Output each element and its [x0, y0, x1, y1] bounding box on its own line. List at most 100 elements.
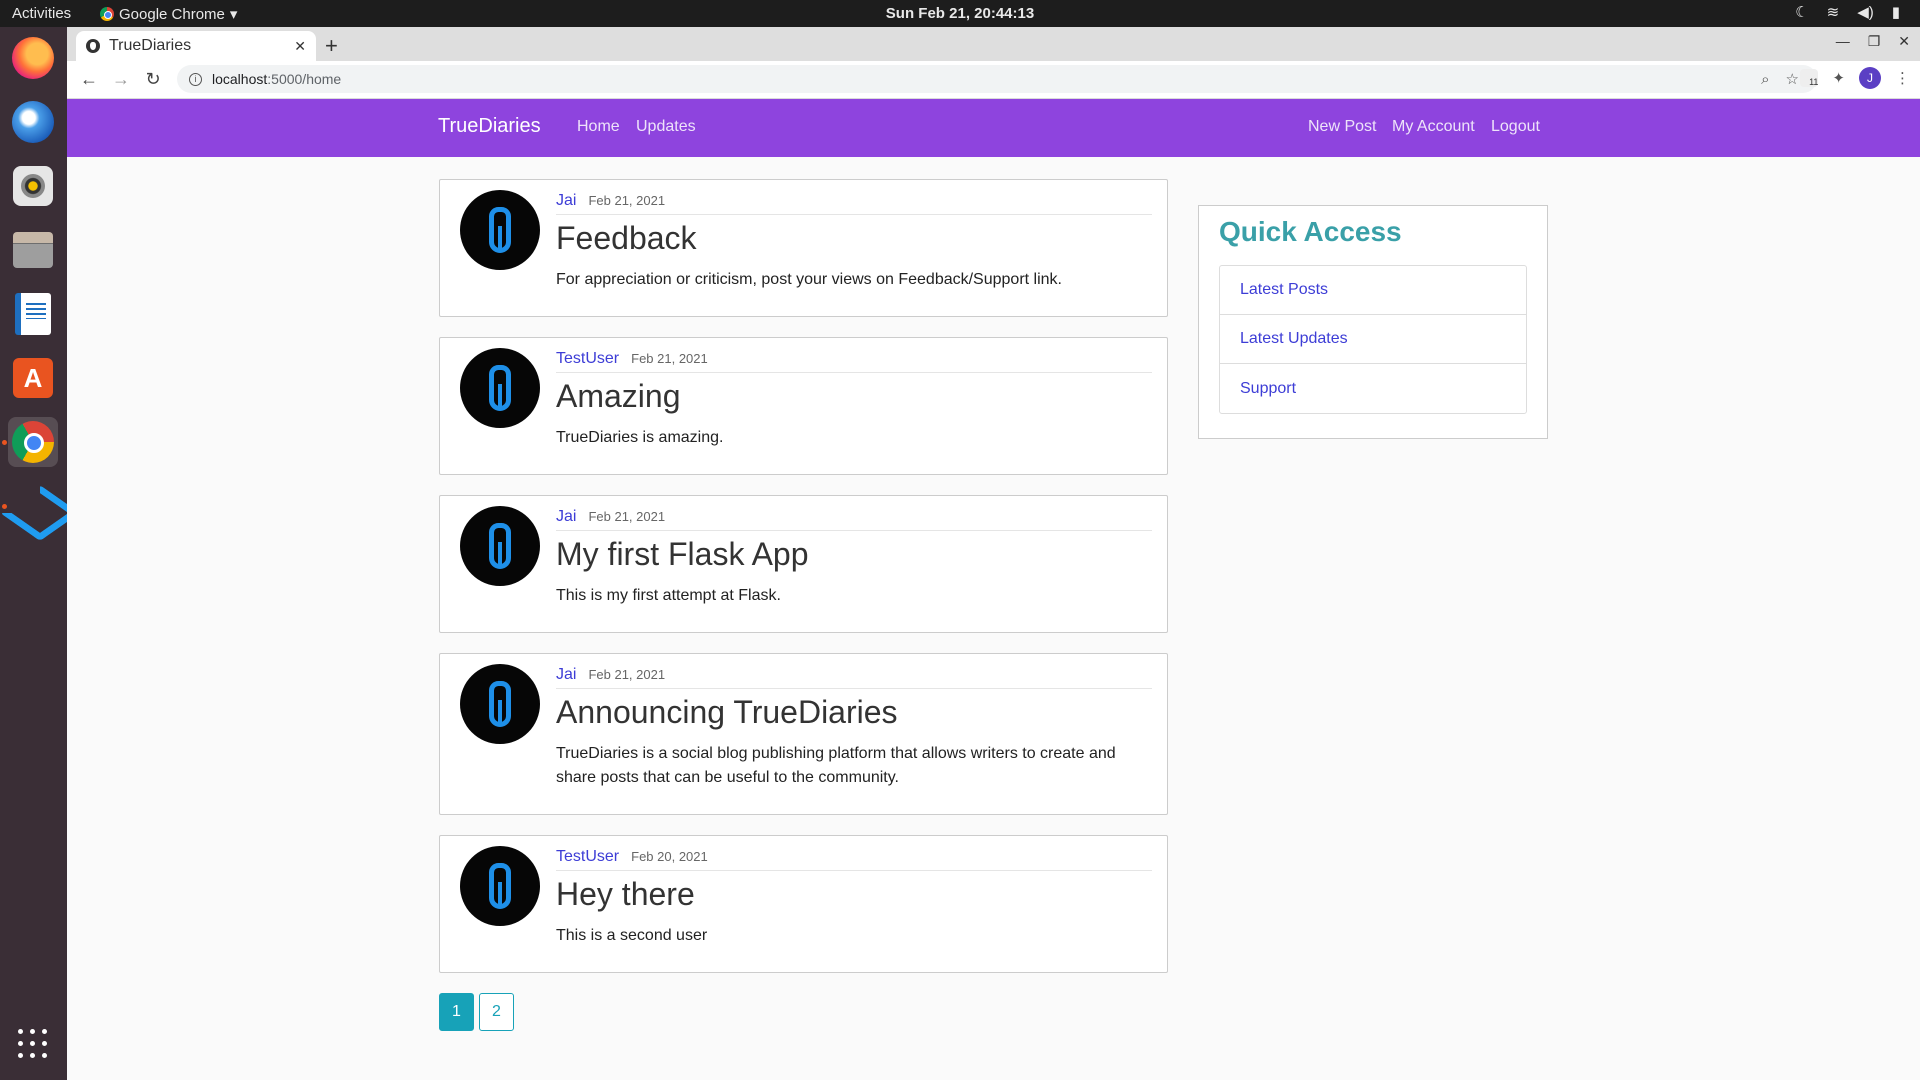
dock-chrome[interactable] — [8, 417, 58, 467]
page-viewport: TrueDiaries Home Updates New Post My Acc… — [67, 99, 1920, 1080]
tab-title: TrueDiaries — [109, 37, 192, 54]
quick-link-latest-posts[interactable]: Latest Posts — [1220, 266, 1526, 315]
chrome-icon — [12, 421, 54, 463]
wifi-icon[interactable]: ≋ — [1827, 3, 1840, 21]
system-tray[interactable]: ☾ ≋ ◀) ▮ — [1795, 3, 1900, 21]
avatar-glyph-icon — [489, 681, 511, 727]
address-bar[interactable]: i localhost :5000/home ⌕ ☆ — [177, 65, 1817, 93]
activities-button[interactable]: Activities — [12, 5, 71, 22]
page-2-button[interactable]: 2 — [479, 993, 514, 1031]
post-content: This is my first attempt at Flask. — [556, 587, 781, 604]
author-avatar — [460, 348, 540, 428]
chrome-app-icon — [100, 7, 114, 21]
post-title[interactable]: My first Flask App — [556, 536, 809, 573]
bookmark-star-icon[interactable]: ☆ — [1786, 70, 1799, 88]
post-title[interactable]: Announcing TrueDiaries — [556, 694, 898, 731]
post-date: Feb 20, 2021 — [631, 849, 708, 864]
new-tab-button[interactable]: + — [325, 33, 338, 59]
dock-thunderbird[interactable] — [8, 97, 58, 147]
post-title[interactable]: Feedback — [556, 220, 697, 257]
nav-my-account[interactable]: My Account — [1392, 118, 1475, 136]
avatar-glyph-icon — [489, 523, 511, 569]
dock-files[interactable] — [8, 225, 58, 275]
dock-writer[interactable] — [8, 289, 58, 339]
post-author-link[interactable]: Jai — [556, 508, 576, 526]
close-window-icon[interactable]: ✕ — [1898, 33, 1910, 50]
post-title[interactable]: Hey there — [556, 876, 695, 913]
quick-link-latest-updates[interactable]: Latest Updates — [1220, 315, 1526, 364]
quick-access-list: Latest Posts Latest Updates Support — [1219, 265, 1527, 414]
reload-icon[interactable]: ↻ — [141, 67, 165, 91]
zoom-icon[interactable]: ⌕ — [1761, 71, 1769, 88]
quick-access-title: Quick Access — [1219, 216, 1402, 247]
dock-firefox[interactable] — [8, 33, 58, 83]
nav-updates[interactable]: Updates — [636, 118, 696, 136]
extensions-area: 11 ✦ J ⋮ — [1800, 67, 1910, 89]
software-store-icon: A — [13, 358, 53, 398]
minimize-icon[interactable]: — — [1836, 33, 1850, 50]
tab-strip: TrueDiaries ✕ + — ❐ ✕ — [67, 27, 1920, 61]
post-author-link[interactable]: TestUser — [556, 848, 619, 866]
menu-kebab-icon[interactable]: ⋮ — [1895, 69, 1910, 87]
quick-access-panel: Quick Access Latest Posts Latest Updates… — [1198, 205, 1548, 439]
post-card: TestUser Feb 20, 2021 Hey there This is … — [439, 835, 1168, 973]
post-date: Feb 21, 2021 — [588, 509, 666, 524]
post-content: For appreciation or criticism, post your… — [556, 271, 1062, 288]
nav-logout[interactable]: Logout — [1491, 118, 1540, 136]
post-author-link[interactable]: Jai — [556, 666, 576, 684]
running-indicator — [2, 504, 7, 509]
url-host: localhost — [212, 71, 268, 87]
moon-icon[interactable]: ☾ — [1795, 3, 1808, 21]
post-author-link[interactable]: Jai — [556, 192, 576, 210]
brand-link[interactable]: TrueDiaries — [438, 115, 541, 138]
apps-grid-icon — [18, 1029, 48, 1059]
post-content: TrueDiaries is a social blog publishing … — [556, 745, 1116, 786]
volume-icon[interactable]: ◀) — [1857, 3, 1874, 21]
post-meta: Jai Feb 21, 2021 — [556, 192, 1152, 215]
post-content: TrueDiaries is amazing. — [556, 429, 724, 446]
favicon-icon — [86, 39, 100, 53]
back-icon[interactable]: ← — [77, 67, 101, 91]
post-date: Feb 21, 2021 — [588, 667, 666, 682]
rhythmbox-icon — [13, 166, 53, 206]
nav-home[interactable]: Home — [577, 118, 620, 136]
window-controls: — ❐ ✕ — [1836, 33, 1910, 50]
restore-icon[interactable]: ❐ — [1868, 33, 1881, 50]
running-indicator — [2, 440, 7, 445]
pagination: 1 2 — [439, 993, 514, 1031]
post-meta: Jai Feb 21, 2021 — [556, 508, 1152, 531]
post-author-link[interactable]: TestUser — [556, 350, 619, 368]
thunderbird-icon — [12, 101, 54, 143]
author-avatar — [460, 664, 540, 744]
dock-vscode[interactable] — [8, 481, 58, 531]
page-1-button[interactable]: 1 — [439, 993, 474, 1031]
app-menu-label: Google Chrome — [119, 5, 225, 23]
site-navbar: TrueDiaries Home Updates New Post My Acc… — [67, 99, 1920, 157]
extensions-puzzle-icon[interactable]: ✦ — [1832, 69, 1845, 87]
dock-software[interactable]: A — [8, 353, 58, 403]
avatar-glyph-icon — [489, 365, 511, 411]
show-apps-button[interactable] — [8, 1019, 58, 1069]
battery-icon[interactable]: ▮ — [1892, 3, 1900, 21]
author-avatar — [460, 506, 540, 586]
url-path: :5000/home — [267, 71, 342, 87]
post-card: Jai Feb 21, 2021 Feedback For appreciati… — [439, 179, 1168, 317]
post-title[interactable]: Amazing — [556, 378, 681, 415]
profile-avatar[interactable]: J — [1859, 67, 1881, 89]
nav-new-post[interactable]: New Post — [1308, 118, 1376, 136]
app-menu[interactable]: Google Chrome ▾ — [100, 5, 237, 23]
dock: A — [0, 27, 67, 1080]
system-top-bar: Activities Google Chrome ▾ Sun Feb 21, 2… — [0, 0, 1920, 27]
firefox-icon — [12, 37, 54, 79]
extension-icon[interactable]: 11 — [1800, 69, 1819, 87]
quick-link-support[interactable]: Support — [1220, 364, 1526, 413]
close-tab-icon[interactable]: ✕ — [294, 38, 306, 55]
files-icon — [13, 232, 53, 268]
post-card: Jai Feb 21, 2021 My first Flask App This… — [439, 495, 1168, 633]
browser-tab[interactable]: TrueDiaries ✕ — [76, 31, 316, 61]
author-avatar — [460, 190, 540, 270]
dock-rhythmbox[interactable] — [8, 161, 58, 211]
clock[interactable]: Sun Feb 21, 20:44:13 — [0, 5, 1920, 22]
site-info-icon[interactable]: i — [189, 72, 202, 86]
forward-icon[interactable]: → — [109, 67, 133, 91]
